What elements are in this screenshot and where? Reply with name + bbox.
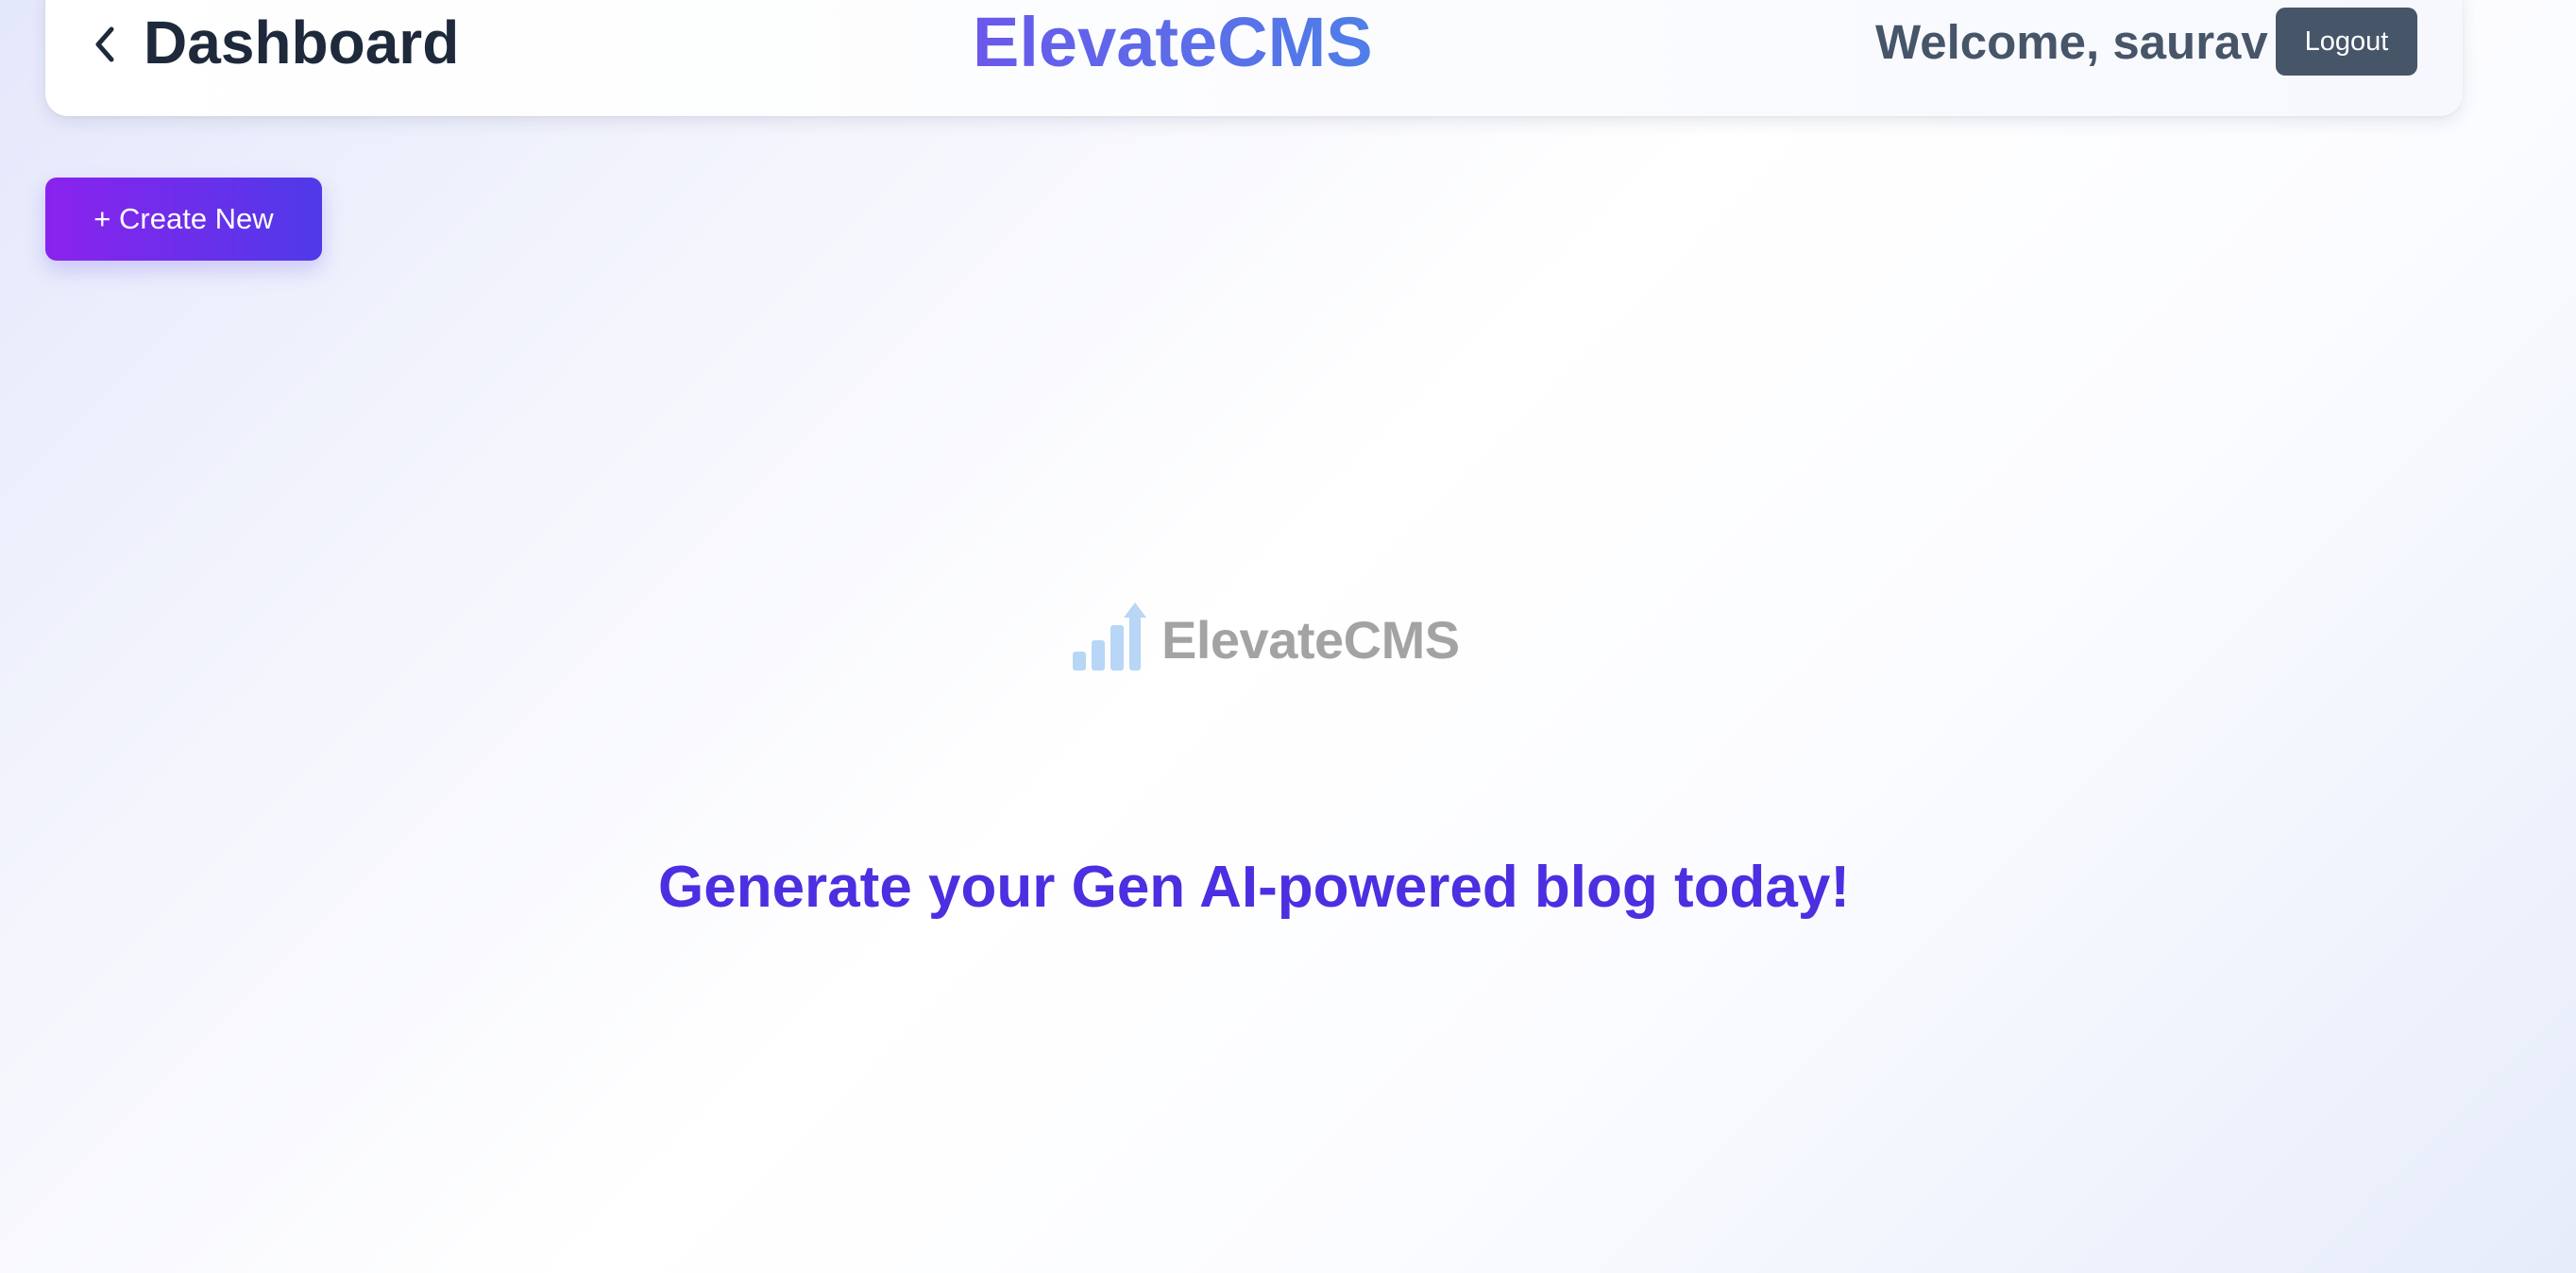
top-navbar: Dashboard ElevateCMS Welcome, saurav Log… <box>45 0 2463 116</box>
page-title: Dashboard <box>144 8 460 76</box>
bar-chart-arrow-icon <box>1071 602 1146 677</box>
brand-title: ElevateCMS <box>973 0 1373 85</box>
logout-button[interactable]: Logout <box>2276 8 2417 76</box>
logo-text: ElevateCMS <box>1161 609 1460 670</box>
welcome-message: Welcome, saurav <box>1875 15 2268 69</box>
tagline: Generate your Gen AI-powered blog today! <box>658 855 1850 920</box>
create-new-button[interactable]: + Create New <box>45 178 322 261</box>
brand-logo: ElevateCMS <box>1071 602 1460 677</box>
chevron-left-icon <box>91 24 119 65</box>
